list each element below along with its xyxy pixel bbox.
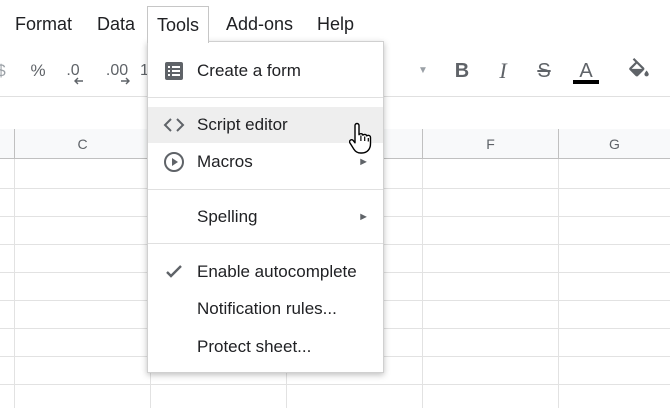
arrow-right-icon — [121, 77, 130, 85]
menu-add-ons[interactable]: Add-ons — [217, 6, 302, 40]
menu-tools[interactable]: Tools — [147, 6, 210, 43]
menu-item-label: Create a form — [197, 61, 301, 80]
menu-separator — [148, 189, 383, 190]
increase-decimal-button[interactable]: .00 — [100, 46, 134, 96]
strikethrough-button[interactable]: S — [532, 46, 556, 96]
column-header-b[interactable] — [0, 129, 15, 159]
grid-col-line — [558, 159, 559, 408]
grid-row-line — [0, 384, 670, 385]
play-circle-icon — [162, 150, 186, 174]
menu-data[interactable]: Data — [88, 6, 144, 40]
menu-separator — [148, 97, 383, 98]
column-header-c[interactable]: C — [15, 129, 151, 159]
menu-bar: Format Data Tools Add-ons Help — [0, 0, 670, 46]
currency-format-button[interactable]: $ — [0, 46, 8, 96]
paint-bucket-icon — [629, 58, 649, 77]
fill-color-button[interactable] — [624, 46, 654, 96]
font-size-dropdown-arrow-icon[interactable]: ▼ — [416, 46, 430, 96]
decrease-decimal-button[interactable]: .0 — [60, 46, 86, 96]
menu-item-spelling[interactable]: Spelling ► — [148, 199, 383, 235]
menu-item-label: Macros — [197, 152, 253, 171]
checkmark-icon — [162, 260, 186, 284]
menu-format[interactable]: Format — [6, 6, 81, 40]
menu-item-script-editor[interactable]: Script editor — [148, 107, 383, 143]
menu-item-macros[interactable]: Macros ► — [148, 144, 383, 180]
italic-button[interactable]: I — [491, 46, 515, 96]
column-header-f[interactable]: F — [423, 129, 559, 159]
text-color-swatch — [573, 80, 599, 84]
menu-item-notification-rules[interactable]: Notification rules... — [148, 291, 383, 327]
percent-format-button[interactable]: % — [28, 46, 48, 96]
menu-separator — [148, 243, 383, 244]
grid-col-line — [422, 159, 423, 408]
menu-help[interactable]: Help — [308, 6, 363, 40]
menu-item-label: Spelling — [197, 207, 258, 226]
menu-item-enable-autocomplete[interactable]: Enable autocomplete — [148, 254, 383, 290]
text-color-button[interactable]: A — [571, 46, 601, 96]
grid-col-line — [14, 159, 15, 408]
column-header-g[interactable]: G — [559, 129, 670, 159]
hand-cursor-icon — [349, 122, 372, 154]
menu-item-protect-sheet[interactable]: Protect sheet... — [148, 329, 383, 365]
form-icon — [162, 59, 186, 83]
code-icon — [162, 113, 186, 137]
menu-item-label: Script editor — [197, 115, 288, 134]
text-color-label: A — [579, 60, 593, 82]
menu-item-label: Enable autocomplete — [197, 262, 357, 281]
tools-menu-dropdown: Create a form Script editor Macros ► Spe… — [147, 41, 384, 373]
menu-item-create-form[interactable]: Create a form — [148, 53, 383, 89]
arrow-left-icon — [74, 77, 83, 85]
menu-item-label: Protect sheet... — [197, 337, 312, 356]
submenu-arrow-icon: ► — [358, 211, 369, 223]
bold-button[interactable]: B — [450, 46, 474, 96]
menu-item-label: Notification rules... — [197, 299, 337, 318]
